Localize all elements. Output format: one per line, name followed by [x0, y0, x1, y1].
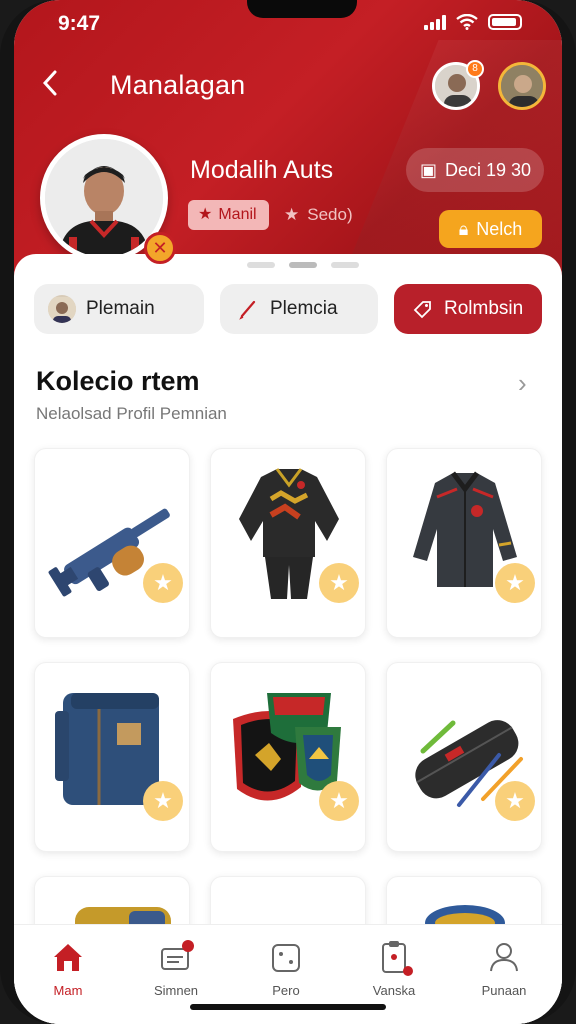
- score-value: Deci 19 30: [445, 160, 532, 180]
- profile-icon: [484, 937, 524, 977]
- nav-label: Pero: [272, 983, 300, 998]
- star-icon: ★: [319, 563, 359, 603]
- nav-pero[interactable]: Pero: [246, 937, 326, 998]
- camera-notch: [247, 0, 357, 18]
- player-avatar-icon: [48, 295, 76, 323]
- phone-frame: 9:47 Manalagan 8 ✕ Modalih Auts ★ Manil …: [0, 0, 576, 1024]
- home-indicator: [190, 1004, 386, 1010]
- score-pill[interactable]: ▣ Deci 19 30: [406, 148, 544, 192]
- level-chip-label: Sedo): [307, 205, 353, 224]
- nav-simnen[interactable]: Simnen: [136, 937, 216, 998]
- signal-icon: [424, 14, 446, 30]
- star-icon: ★: [495, 781, 535, 821]
- store-icon: [156, 937, 196, 977]
- item-card-gun[interactable]: ★: [34, 448, 190, 638]
- section-subtitle: Nelaolsad Profil Pemnian: [36, 404, 227, 423]
- pencil-icon: [239, 300, 256, 320]
- nav-punaan[interactable]: Punaan: [464, 937, 544, 998]
- match-button-label: Nelch: [476, 219, 523, 239]
- battery-icon: [488, 14, 522, 30]
- card-icon: ▣: [420, 160, 438, 180]
- star-icon: ★: [198, 206, 213, 223]
- nav-label: Simnen: [153, 983, 199, 998]
- wifi-icon: [456, 14, 478, 30]
- back-button[interactable]: [40, 68, 70, 104]
- item-card-jacket[interactable]: ★: [386, 448, 542, 638]
- tab-player[interactable]: Plemain: [34, 284, 204, 334]
- item-card-pencil-case[interactable]: ★: [386, 662, 542, 852]
- tab-bar: Plemain Plemcia Rolmbsin: [34, 284, 542, 334]
- home-icon: [48, 937, 88, 977]
- item-card-backpack[interactable]: ★: [34, 662, 190, 852]
- item-card-tracksuit[interactable]: ★: [210, 448, 366, 638]
- rank-badge-icon: ✕: [144, 232, 176, 264]
- star-icon: ★: [319, 781, 359, 821]
- profile-name: Modalih Auts: [190, 156, 334, 184]
- nav-vanska[interactable]: Vanska: [354, 937, 434, 998]
- profile-header: 9:47 Manalagan 8 ✕ Modalih Auts ★ Manil …: [14, 0, 562, 290]
- item-card-shields[interactable]: ★: [210, 662, 366, 852]
- nav-label: Vanska: [372, 983, 416, 998]
- tab-premium[interactable]: Plemcia: [220, 284, 378, 334]
- tab-label: Plemain: [86, 298, 155, 319]
- star-icon: ★: [143, 563, 183, 603]
- user-avatar[interactable]: [498, 62, 546, 110]
- section-title: Kolecio rtem: [36, 366, 200, 396]
- notification-badge: 8: [466, 60, 484, 78]
- dice-icon: [266, 937, 306, 977]
- clipboard-icon: [374, 937, 414, 977]
- tab-label: Rolmbsin: [444, 298, 524, 319]
- star-icon: ★: [284, 205, 300, 224]
- status-time: 9:47: [58, 12, 101, 35]
- tab-label: Plemcia: [270, 298, 338, 319]
- tab-rolmbsin[interactable]: Rolmbsin: [394, 284, 542, 334]
- level-chip[interactable]: ★ Sedo): [284, 200, 353, 230]
- star-icon: ★: [143, 781, 183, 821]
- tag-icon: [413, 301, 431, 319]
- screen: 9:47 Manalagan 8 ✕ Modalih Auts ★ Manil …: [14, 0, 562, 1024]
- nav-label: Punaan: [481, 983, 527, 998]
- nav-home[interactable]: Mam: [28, 937, 108, 998]
- match-button[interactable]: 🔒︎ Nelch: [439, 210, 542, 248]
- content-sheet: Plemain Plemcia Rolmbsin Kolecio rtem Ne…: [14, 254, 562, 1024]
- page-indicator: [247, 262, 359, 268]
- star-icon: ★: [495, 563, 535, 603]
- chevron-right-icon[interactable]: ›: [518, 368, 527, 399]
- chevron-left-icon: [42, 70, 57, 96]
- lock-icon: 🔒︎: [458, 219, 469, 239]
- page-title: Manalagan: [110, 70, 246, 100]
- nav-label: Mam: [53, 983, 83, 998]
- role-chip-label: Manil: [218, 206, 257, 223]
- role-chip[interactable]: ★ Manil: [188, 200, 269, 230]
